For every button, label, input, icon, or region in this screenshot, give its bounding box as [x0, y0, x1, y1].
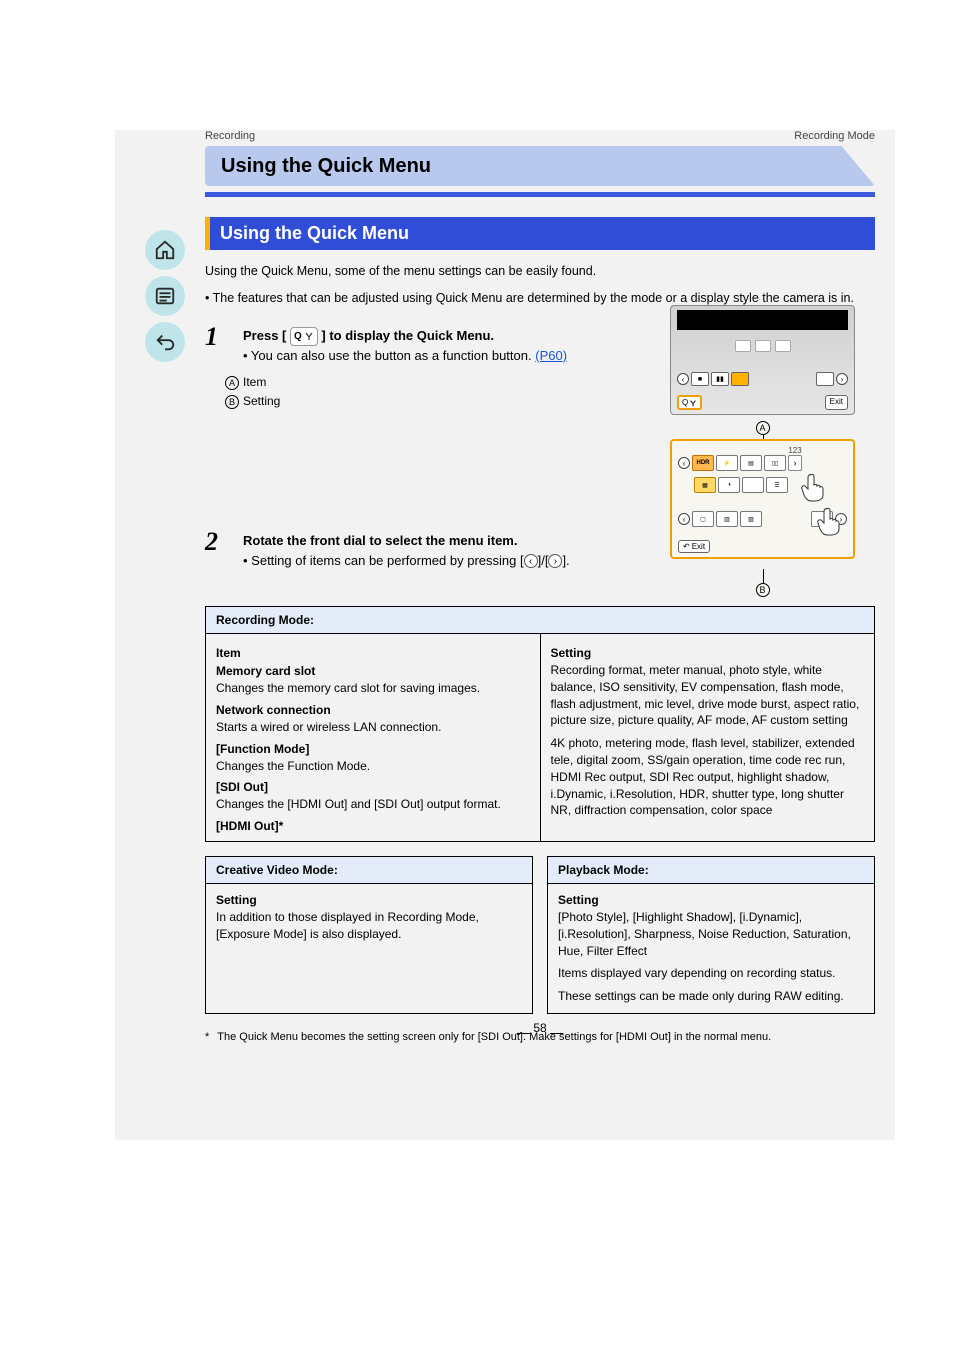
menu-exit-button: ↶ Exit [678, 540, 710, 553]
menu-item-6-icon: ◑ [718, 477, 740, 493]
menu-item-8-icon: ☰ [766, 477, 788, 493]
menu-item-hdr-icon: HDR [692, 455, 714, 471]
rec-setting-label-head: Setting [551, 646, 865, 660]
mini-icon-3 [731, 372, 749, 386]
recording-mode-header: Recording Mode: [206, 607, 875, 634]
lcd-top-screen: ‹ ■ ▮▮ › Q Exit [670, 305, 855, 415]
q-menu-key-icon: Q [290, 327, 318, 346]
intro-text: Using the Quick Menu, some of the menu s… [205, 262, 875, 281]
page-title: Using the Quick Menu [205, 146, 875, 186]
left-arrow-icon: ‹ [677, 373, 689, 385]
right-arrow-icon: › [836, 373, 848, 385]
setting-1-icon: ▢ [692, 511, 714, 527]
mini-icon-2: ▮▮ [711, 372, 729, 386]
step-2-number: 2 [205, 527, 233, 557]
back-icon[interactable] [145, 322, 185, 362]
lcd-exit-button: Exit [825, 395, 848, 410]
title-underline [205, 192, 875, 197]
right-arrow-inline-icon: › [548, 554, 562, 568]
page-ref-link[interactable]: (P60) [535, 348, 567, 363]
mini-icon-4 [816, 372, 834, 386]
menu-item-5-icon: ▦ [694, 477, 716, 493]
hand-pointer-icon-1 [797, 471, 829, 503]
callout-b-icon: B [225, 395, 239, 409]
lcd-menu-screen: ‹ HDR ⚡ ▤ ▯▯ 123› ▦ ◑ ☰ ‹ ▢ ▥ [670, 439, 855, 559]
lcd-illustration: ‹ ■ ▮▮ › Q Exit A ‹ HDR [670, 305, 855, 559]
menu-right-arrow-icon: 123› [788, 455, 802, 471]
step-1-number: 1 [205, 322, 233, 352]
menu-icon[interactable] [145, 276, 185, 316]
setting-3-icon: ▨ [740, 511, 762, 527]
lcd-q-button: Q [677, 395, 702, 410]
callout-a-icon: A [225, 376, 239, 390]
menu-left-arrow-icon: ‹ [678, 457, 690, 469]
playback-mode-table: Playback Mode: Setting [Photo Style], [H… [547, 856, 875, 1014]
breadcrumb-right: Recording Mode [794, 130, 875, 142]
lcd-callout-b-icon: B [756, 583, 770, 597]
lcd-callout-a-icon: A [756, 421, 770, 435]
left-arrow-inline-icon: ‹ [524, 554, 538, 568]
rec-item-label-head: Item [216, 646, 530, 660]
setting-2-icon: ▥ [716, 511, 738, 527]
recording-mode-table: Recording Mode: Item Memory card slot Ch… [205, 606, 875, 842]
mini-icon-1: ■ [691, 372, 709, 386]
hand-pointer-icon-2 [813, 505, 845, 537]
menu-item-drive-icon: ▯▯ [764, 455, 786, 471]
home-icon[interactable] [145, 230, 185, 270]
menu-item-flash-icon: ⚡ [716, 455, 738, 471]
menu-item-7-icon [742, 477, 764, 493]
creative-video-table: Creative Video Mode: Setting In addition… [205, 856, 533, 1014]
menu-item-card-icon: ▤ [740, 455, 762, 471]
breadcrumb-left: Recording [205, 130, 255, 142]
section-heading: Using the Quick Menu [205, 217, 875, 250]
page-number: 58 [517, 1021, 564, 1035]
setting-left-arrow-icon: ‹ [678, 513, 690, 525]
